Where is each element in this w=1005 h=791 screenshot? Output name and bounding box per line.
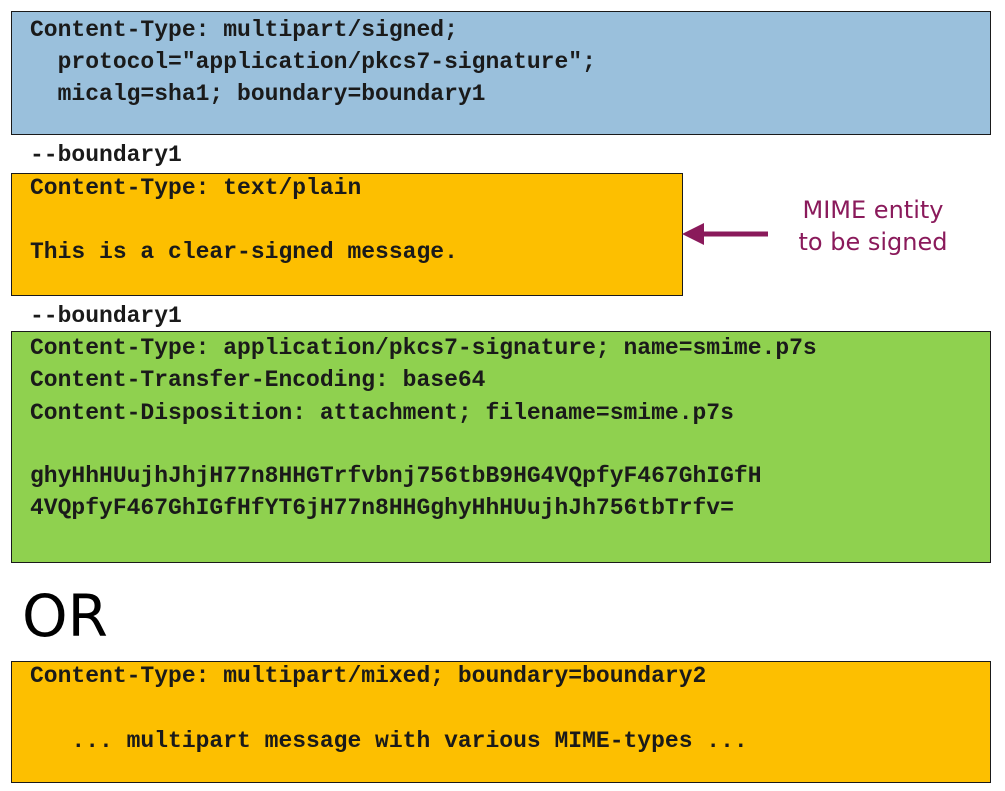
arrow-left-icon bbox=[682, 223, 768, 245]
signed-header-box: Content-Type: multipart/signed; protocol… bbox=[11, 11, 991, 135]
header-content-type-line: Content-Type: multipart/signed; bbox=[30, 17, 458, 43]
plain-text-part-box: Content-Type: text/plain This is a clear… bbox=[11, 173, 683, 296]
mixed-description-line: ... multipart message with various MIME-… bbox=[30, 728, 748, 754]
annotation-line-1: MIME entity bbox=[802, 196, 944, 224]
plain-content-type-line: Content-Type: text/plain bbox=[30, 175, 362, 201]
header-micalg-line: micalg=sha1; boundary=boundary1 bbox=[30, 81, 486, 107]
plain-message-line: This is a clear-signed message. bbox=[30, 239, 458, 265]
sig-disposition-line: Content-Disposition: attachment; filenam… bbox=[30, 400, 734, 426]
boundary-marker-2: --boundary1 bbox=[30, 303, 182, 329]
header-protocol-line: protocol="application/pkcs7-signature"; bbox=[30, 49, 596, 75]
or-separator-label: OR bbox=[22, 582, 108, 650]
signature-part-box: Content-Type: application/pkcs7-signatur… bbox=[11, 331, 991, 563]
boundary-marker-1: --boundary1 bbox=[30, 142, 182, 168]
sig-base64-line-1: ghyHhHUujhJhjH77n8HHGTrfvbnj756tbB9HG4VQ… bbox=[30, 463, 762, 489]
mixed-content-type-line: Content-Type: multipart/mixed; boundary=… bbox=[30, 663, 707, 689]
annotation-line-2: to be signed bbox=[798, 228, 948, 256]
mime-entity-annotation: MIME entity to be signed bbox=[778, 194, 968, 258]
sig-base64-line-2: 4VQpfyF467GhIGfHfYT6jH77n8HHGghyHhHUujhJ… bbox=[30, 495, 734, 521]
sig-content-type-line: Content-Type: application/pkcs7-signatur… bbox=[30, 335, 817, 361]
sig-transfer-encoding-line: Content-Transfer-Encoding: base64 bbox=[30, 367, 486, 393]
mixed-part-box: Content-Type: multipart/mixed; boundary=… bbox=[11, 661, 991, 783]
